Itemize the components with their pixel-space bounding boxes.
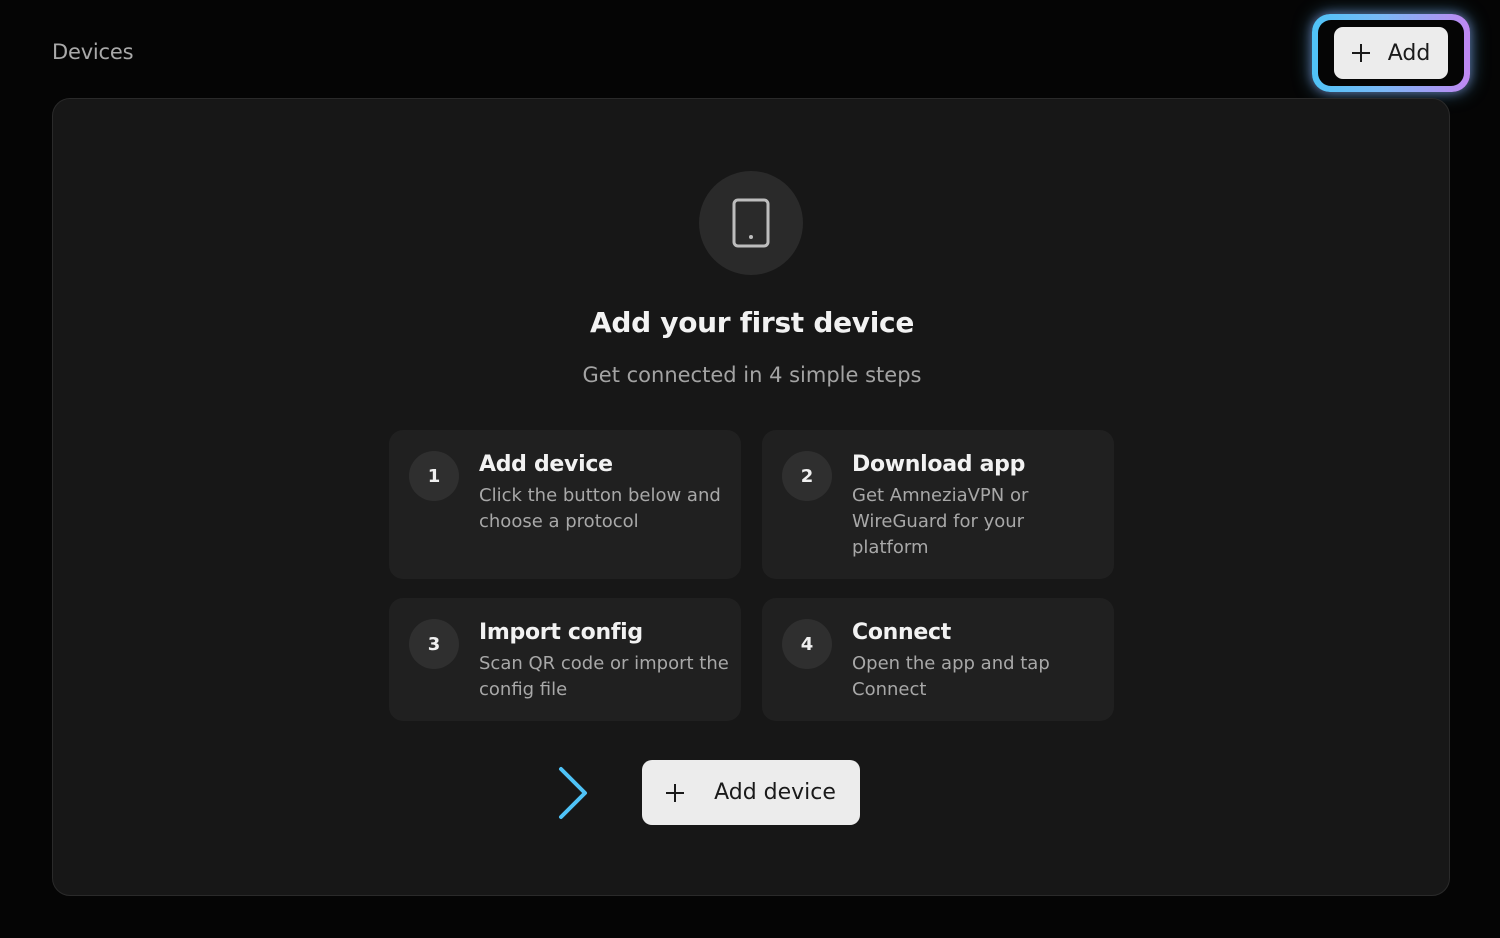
step-description: Get AmneziaVPN or WireGuard for your pla… bbox=[852, 485, 1029, 558]
add-device-button-label: Add device bbox=[714, 780, 836, 805]
add-button-highlight-inner: Add bbox=[1318, 20, 1464, 86]
add-device-button[interactable]: Add device bbox=[642, 760, 860, 825]
add-button[interactable]: Add bbox=[1334, 27, 1448, 79]
plus-icon bbox=[666, 783, 685, 802]
add-button-label: Add bbox=[1387, 40, 1431, 66]
step-number: 3 bbox=[409, 619, 459, 669]
step-title: Import config bbox=[479, 620, 643, 645]
arrow-right-icon bbox=[457, 767, 587, 819]
step-description: Click the button below and choose a prot… bbox=[479, 485, 721, 532]
plus-icon bbox=[1351, 44, 1370, 62]
page-title: Devices bbox=[52, 40, 134, 64]
step-card-connect: 4 Connect Open the app and tap Connect bbox=[762, 598, 1114, 721]
step-number: 1 bbox=[409, 451, 459, 501]
device-icon-circle bbox=[699, 171, 803, 275]
step-description: Open the app and tap Connect bbox=[852, 653, 1050, 700]
empty-state-title: Add your first device bbox=[589, 306, 915, 339]
step-title: Download app bbox=[852, 452, 1026, 477]
step-card-add-device: 1 Add device Click the button below and … bbox=[389, 430, 741, 579]
step-card-download-app: 2 Download app Get AmneziaVPN or WireGua… bbox=[762, 430, 1114, 579]
step-title: Add device bbox=[479, 452, 613, 477]
step-number: 2 bbox=[782, 451, 832, 501]
empty-state-subtitle: Get connected in 4 simple steps bbox=[582, 363, 922, 387]
devices-page: Devices Add Add your first device Get co… bbox=[0, 0, 1500, 938]
devices-empty-panel: Add your first device Get connected in 4… bbox=[52, 98, 1450, 896]
step-title: Connect bbox=[852, 620, 951, 645]
tablet-icon bbox=[732, 198, 770, 248]
step-card-import-config: 3 Import config Scan QR code or import t… bbox=[389, 598, 741, 721]
add-button-highlight: Add bbox=[1312, 14, 1470, 92]
step-description: Scan QR code or import the config file bbox=[479, 653, 729, 700]
step-number: 4 bbox=[782, 619, 832, 669]
